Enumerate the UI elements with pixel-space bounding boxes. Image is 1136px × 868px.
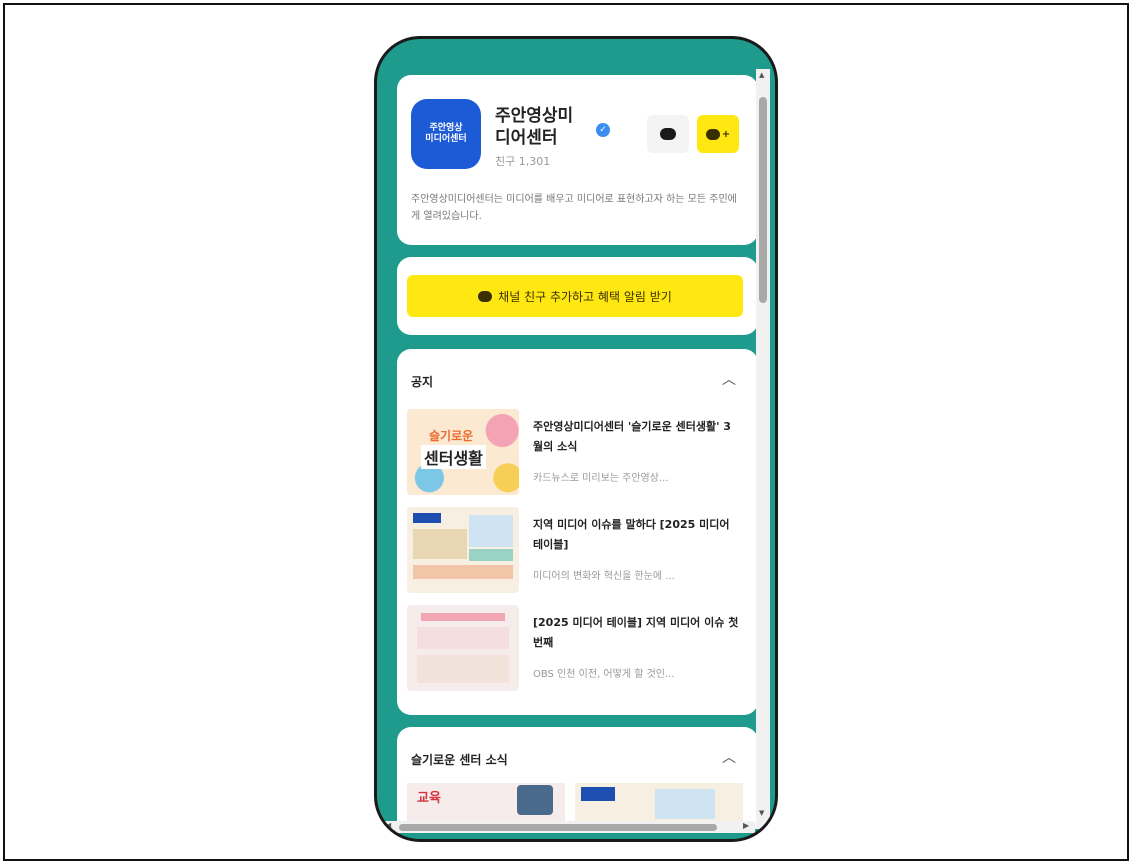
post-title: [2025 미디어 테이블] 지역 미디어 이슈 첫 번째: [533, 616, 739, 649]
chat-bubble-icon: [660, 128, 676, 140]
news-card: 슬기로운 센터 소식 ︿ 교육: [397, 727, 756, 829]
add-channel-icon: [705, 128, 720, 140]
news-thumbnail[interactable]: 교육: [407, 783, 565, 823]
add-channel-button[interactable]: +: [697, 115, 739, 153]
cta-card: 채널 친구 추가하고 혜택 알림 받기: [397, 257, 756, 335]
verified-check-icon: ✓: [596, 123, 610, 137]
channel-name-line2: 디어센터: [495, 128, 558, 148]
news-title: 슬기로운 센터 소식: [411, 753, 508, 767]
scroll-right-icon[interactable]: ▶: [743, 821, 749, 830]
thumb-text: 센터생활: [421, 445, 486, 469]
profile-card: 주안영상 미디어센터 주안영상미 디어센터 ✓ 친구 1,301 + 주안영상미…: [397, 75, 756, 245]
phone-frame: 주안영상 미디어센터 주안영상미 디어센터 ✓ 친구 1,301 + 주안영상미…: [374, 36, 778, 842]
chat-button[interactable]: [647, 115, 689, 153]
notice-title: 공지: [411, 375, 434, 389]
scroll-down-icon[interactable]: ▼: [759, 809, 764, 817]
chevron-up-icon[interactable]: ︿: [722, 747, 736, 767]
thumb-text: 슬기로운: [429, 429, 474, 443]
post-subtitle: 카드뉴스로 미리보는 주안영상...: [533, 473, 669, 484]
notice-post[interactable]: 지역 미디어 이슈를 말하다 [2025 미디어 테이블] 미디어의 변화와 혁…: [407, 507, 747, 595]
post-title: 주안영상미디어센터 '슬기로운 센터생활' 3월의 소식: [533, 420, 731, 453]
add-channel-icon: [478, 290, 493, 302]
post-title: 지역 미디어 이슈를 말하다 [2025 미디어 테이블]: [533, 518, 730, 551]
friend-count: 친구 1,301: [495, 155, 551, 168]
cta-label: 채널 친구 추가하고 혜택 알림 받기: [498, 289, 672, 304]
post-thumbnail: 슬기로운 센터생활: [407, 409, 519, 495]
logo-text-line2: 미디어센터: [425, 134, 467, 144]
scrollbar-thumb[interactable]: [759, 97, 767, 303]
horizontal-scrollbar[interactable]: ◀ ▶: [383, 821, 755, 833]
notice-card: 공지 ︿ 슬기로운 센터생활 주안영상미디어센터 '슬기로운 센터생활' 3월의…: [397, 349, 756, 715]
scroll-left-icon[interactable]: ◀: [385, 821, 391, 830]
post-thumbnail: [407, 605, 519, 691]
thumb-text: 교육: [417, 791, 441, 806]
channel-description: 주안영상미디어센터는 미디어를 배우고 미디어로 표현하고자 하는 모든 주민에…: [411, 194, 737, 222]
scrollbar-thumb[interactable]: [399, 824, 717, 831]
news-thumbnail[interactable]: [575, 783, 743, 823]
channel-name: 주안영상미 디어센터: [495, 105, 595, 149]
vertical-scrollbar[interactable]: ▲ ▼: [756, 69, 770, 829]
channel-logo[interactable]: 주안영상 미디어센터: [411, 99, 481, 169]
add-friend-cta-button[interactable]: 채널 친구 추가하고 혜택 알림 받기: [407, 275, 743, 317]
chevron-up-icon[interactable]: ︿: [722, 369, 736, 389]
notice-post[interactable]: 슬기로운 센터생활 주안영상미디어센터 '슬기로운 센터생활' 3월의 소식 카…: [407, 409, 747, 497]
post-subtitle: OBS 인천 이전, 어떻게 할 것인...: [533, 669, 675, 680]
post-subtitle: 미디어의 변화와 혁신을 한눈에 ...: [533, 571, 675, 582]
logo-text-line1: 주안영상: [429, 123, 463, 133]
scroll-up-icon[interactable]: ▲: [759, 71, 764, 79]
post-thumbnail: [407, 507, 519, 593]
channel-screen: 주안영상 미디어센터 주안영상미 디어센터 ✓ 친구 1,301 + 주안영상미…: [383, 69, 756, 829]
notice-post[interactable]: [2025 미디어 테이블] 지역 미디어 이슈 첫 번째 OBS 인천 이전,…: [407, 605, 747, 693]
channel-name-line1: 주안영상미: [495, 106, 574, 126]
